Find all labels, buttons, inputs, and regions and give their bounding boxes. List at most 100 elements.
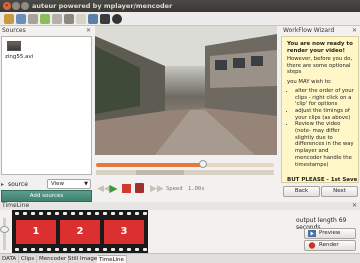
view-select[interactable]: View ▼ xyxy=(47,179,91,189)
filmstrip-sprocket-hole xyxy=(55,212,59,215)
filmstrip-sprocket-hole xyxy=(135,248,139,251)
filmstrip-sprocket-hole xyxy=(47,248,51,251)
source-expander-icon[interactable]: ▸ xyxy=(1,181,4,188)
filmstrip-sprocket-hole xyxy=(127,248,131,251)
clip-1[interactable]: 1 xyxy=(14,218,58,246)
clip-3[interactable]: 3 xyxy=(102,218,146,246)
window-title: auteur powered by mplayer/mencoder xyxy=(32,2,173,10)
filmstrip-sprocket-hole xyxy=(55,248,59,251)
filmstrip-sprocket-hole xyxy=(71,248,75,251)
add-sources-button[interactable]: Add sources xyxy=(1,190,92,202)
effects-icon[interactable] xyxy=(76,14,86,24)
filmstrip-sprocket-hole xyxy=(135,212,139,215)
wizard-steps: alter the order of your clips - right cl… xyxy=(287,88,355,168)
snapshot-icon[interactable] xyxy=(135,183,144,193)
list-icon[interactable] xyxy=(52,14,62,24)
filmstrip-sprocket-hole xyxy=(103,212,107,215)
add-sources-label: Add sources xyxy=(29,193,64,199)
wizard-cut-line: BUT PLEASE - 1st Save xyxy=(287,177,358,183)
wizard-wish-label: you MAY wish to: xyxy=(287,79,332,86)
wizard-close-icon[interactable]: ✕ xyxy=(352,27,357,34)
render-label: Render xyxy=(319,242,339,248)
sources-list[interactable]: zing55.avi xyxy=(1,36,92,175)
filmstrip-sprocket-hole xyxy=(95,248,99,251)
render-button[interactable]: Render xyxy=(304,240,356,251)
tab-mencoder[interactable]: Mencoder xyxy=(37,255,70,263)
fast-forward-icon[interactable]: ▶▶ xyxy=(150,184,164,194)
scissors-icon[interactable] xyxy=(28,14,38,24)
tab-timeline[interactable]: TimeLine xyxy=(97,255,127,263)
clip-number: 3 xyxy=(120,226,128,237)
preview-button[interactable]: Preview xyxy=(304,228,356,239)
video-frame-image xyxy=(95,26,277,155)
wizard-intro: However, before you do, there are some o… xyxy=(287,56,353,76)
filmstrip-sprocket-hole xyxy=(87,248,91,251)
preview-label: Preview xyxy=(319,230,341,236)
sources-close-icon[interactable]: ✕ xyxy=(86,27,91,34)
filmstrip-sprocket-hole xyxy=(63,212,67,215)
filmstrip-sprocket-hole xyxy=(119,212,123,215)
seek-bar[interactable] xyxy=(96,160,274,168)
filmstrip-sprocket-hole xyxy=(127,212,131,215)
filmstrip-sprocket-hole xyxy=(87,212,91,215)
title-bar: ✕ auteur powered by mplayer/mencoder xyxy=(0,0,360,12)
image-icon[interactable] xyxy=(88,14,98,24)
seek-bar-fill xyxy=(96,163,203,167)
filmstrip-sprocket-hole xyxy=(39,248,43,251)
filmstrip-sprocket-hole xyxy=(103,248,107,251)
rewind-icon[interactable]: ◀◀ xyxy=(97,184,111,194)
video-preview[interactable] xyxy=(95,26,277,155)
play-icon[interactable] xyxy=(108,184,119,194)
seek-handle[interactable] xyxy=(198,160,207,168)
tab-bar: DATA Clips Mencoder Still Images TimeLin… xyxy=(0,253,360,263)
timeline-close-icon[interactable]: ✕ xyxy=(352,202,357,209)
stop-icon[interactable] xyxy=(122,184,131,193)
clip-range-bar[interactable] xyxy=(96,170,274,175)
minimize-window-button[interactable] xyxy=(12,2,20,10)
filmstrip-sprocket-hole xyxy=(111,248,115,251)
timeline-header: TimeLine xyxy=(2,202,30,209)
refresh-icon[interactable] xyxy=(40,14,50,24)
workflow-wizard-panel: You are now ready to render your video! … xyxy=(281,36,359,183)
filmstrip-sprocket-hole xyxy=(31,212,35,215)
timeline-zoom-track[interactable] xyxy=(3,218,6,250)
filmstrip-sprocket-hole xyxy=(23,248,27,251)
timeline-zoom-handle[interactable] xyxy=(0,226,9,233)
source-file-name[interactable]: zing55.avi xyxy=(5,54,33,60)
video-thumbnail[interactable] xyxy=(7,41,21,51)
grid-icon[interactable] xyxy=(64,14,74,24)
folder-icon[interactable] xyxy=(4,14,14,24)
save-icon[interactable] xyxy=(16,14,26,24)
wizard-header: WorkFlow Wizard xyxy=(283,27,335,34)
filmstrip-sprocket-hole xyxy=(47,212,51,215)
clip-2[interactable]: 2 xyxy=(58,218,102,246)
speed-label: Speed xyxy=(166,186,183,192)
filmstrip-sprocket-hole xyxy=(119,248,123,251)
maximize-window-button[interactable] xyxy=(21,2,29,10)
filmstrip-sprocket-hole xyxy=(143,248,147,251)
filmstrip-sprocket-hole xyxy=(15,212,19,215)
source-label: source xyxy=(8,181,28,188)
toolbar xyxy=(0,12,360,26)
filmstrip-sprocket-hole xyxy=(23,212,27,215)
timeline-filmstrip[interactable]: 1 2 3 xyxy=(12,210,148,254)
speed-value[interactable]: 1.00x xyxy=(188,186,205,192)
tab-clips[interactable]: Clips xyxy=(19,255,38,263)
filmstrip-sprocket-hole xyxy=(111,212,115,215)
next-button[interactable]: Next xyxy=(321,186,358,197)
filmstrip-sprocket-hole xyxy=(79,248,83,251)
sources-header: Sources xyxy=(2,27,26,34)
back-button[interactable]: Back xyxy=(283,186,320,197)
display-icon[interactable] xyxy=(100,14,110,24)
tab-data[interactable]: DATA xyxy=(0,255,20,263)
clip-number: 2 xyxy=(76,226,84,237)
filmstrip-sprocket-hole xyxy=(63,248,67,251)
record-icon[interactable] xyxy=(112,14,122,24)
close-window-button[interactable]: ✕ xyxy=(3,2,11,10)
wizard-heading: You are now ready to render your video! xyxy=(287,41,353,54)
chevron-down-icon: ▼ xyxy=(84,181,88,187)
view-select-value: View xyxy=(51,181,65,187)
preview-icon xyxy=(308,230,316,237)
filmstrip-sprocket-hole xyxy=(31,248,35,251)
filmstrip-sprocket-hole xyxy=(15,248,19,251)
